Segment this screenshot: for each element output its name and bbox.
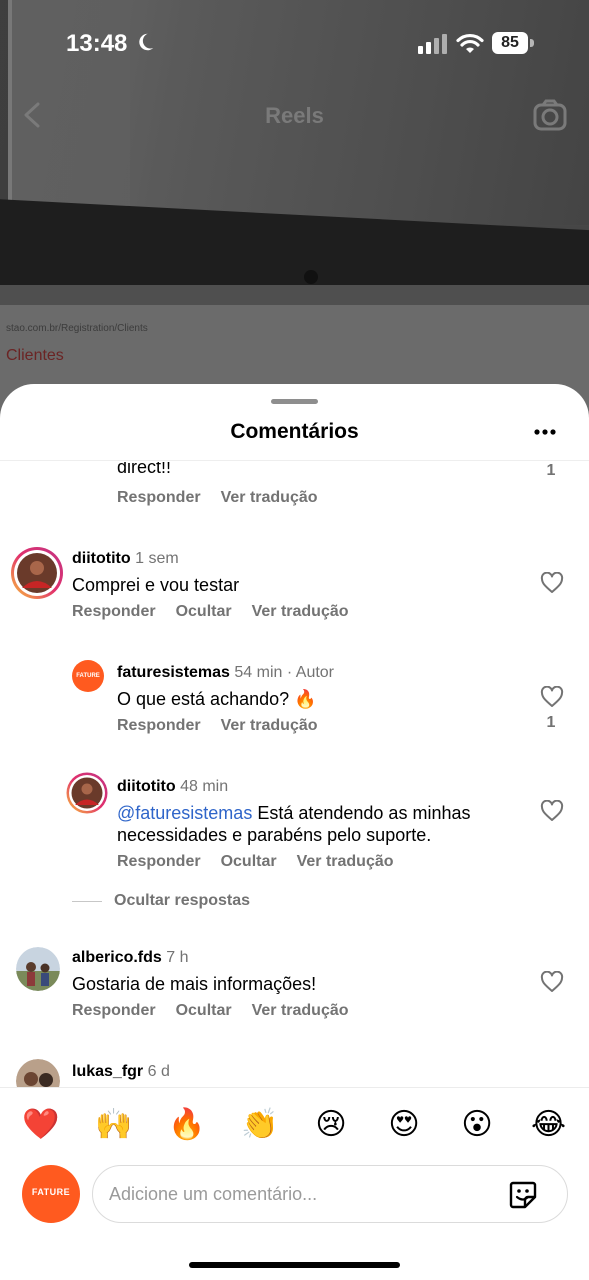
reply-button[interactable]: Responder <box>72 1002 156 1019</box>
divider <box>0 460 589 461</box>
hide-button[interactable]: Ocultar <box>176 1002 232 1019</box>
reply-button[interactable]: Responder <box>117 717 201 734</box>
reaction-raising-hands[interactable]: 🙌 <box>95 1108 132 1142</box>
comment-text: direct!! <box>117 462 172 477</box>
reply-button[interactable]: Responder <box>117 853 201 870</box>
like-count: 1 <box>546 714 556 731</box>
camera-icon[interactable] <box>532 98 568 132</box>
comment-text: O que está achando? 🔥 <box>117 689 317 709</box>
see-translation-button[interactable]: Ver tradução <box>252 603 349 620</box>
comment-list[interactable]: direct!! 1 Responder Ver tradução diitoti… <box>0 462 589 1087</box>
battery-level: 85 <box>492 32 528 54</box>
more-options-icon[interactable] <box>530 422 560 442</box>
replies-divider-line <box>72 901 102 902</box>
see-translation-button[interactable]: Ver tradução <box>297 853 394 870</box>
timestamp: 6 d <box>147 1063 170 1080</box>
reaction-crying-face[interactable]: 😢 <box>314 1108 348 1142</box>
comment-header: diitotito 48 min <box>117 778 228 796</box>
timestamp: 48 min <box>180 778 229 795</box>
sheet-title: Comentários <box>230 420 359 443</box>
avatar-logo-text: FATURE <box>76 673 100 679</box>
heart-icon[interactable] <box>540 572 564 594</box>
avatar[interactable]: FATURE <box>72 660 104 692</box>
reply-button[interactable]: Responder <box>72 603 156 620</box>
see-translation-button[interactable]: Ver tradução <box>252 1002 349 1019</box>
avatar[interactable] <box>16 1059 60 1087</box>
username[interactable]: diitotito <box>72 550 131 567</box>
username[interactable]: alberico.fds <box>72 949 162 966</box>
comment-header: faturesistemas 54 min · Autor <box>117 664 334 682</box>
username[interactable]: faturesistemas <box>117 664 230 681</box>
reaction-fire[interactable]: 🔥 <box>168 1108 205 1142</box>
see-translation-button[interactable]: Ver tradução <box>221 489 318 506</box>
username[interactable]: diitotito <box>117 778 176 795</box>
comment-actions: Responder Ver tradução <box>117 489 338 507</box>
moon-icon <box>139 33 154 51</box>
comment-input[interactable] <box>92 1165 568 1223</box>
wifi-icon <box>456 33 484 53</box>
home-indicator <box>189 1262 400 1268</box>
hide-replies-label: Ocultar respostas <box>114 892 251 909</box>
cellular-signal-icon <box>418 34 447 54</box>
timestamp: 1 sem <box>135 550 179 567</box>
comment-actions: Responder Ver tradução <box>117 717 338 735</box>
avatar[interactable] <box>10 546 64 600</box>
hide-button[interactable]: Ocultar <box>221 853 277 870</box>
comment-actions: Responder Ocultar Ver tradução <box>72 1002 369 1020</box>
avatar[interactable] <box>66 772 108 814</box>
sheet-grabber[interactable] <box>271 399 318 404</box>
reply-button[interactable]: Responder <box>117 489 201 506</box>
like-count: 1 <box>546 462 556 479</box>
comment-text: Comprei e vou testar <box>72 575 240 595</box>
reaction-clapping-hands[interactable]: 👏 <box>241 1108 278 1142</box>
hide-button[interactable]: Ocultar <box>176 603 232 620</box>
comment-text: @faturesistemas Está atendendo as minhas… <box>117 802 517 846</box>
heart-icon[interactable] <box>540 971 564 993</box>
reaction-heart-eyes[interactable]: 😍 <box>387 1108 421 1142</box>
current-user-avatar[interactable]: FATURE <box>22 1165 80 1223</box>
reaction-red-heart[interactable]: ❤️ <box>22 1108 59 1142</box>
webcam <box>304 270 318 284</box>
battery-tip <box>530 39 534 47</box>
comment-header: lukas_fgr 6 d <box>72 1063 170 1081</box>
comment-header: alberico.fds 7 h <box>72 949 189 967</box>
user-mention[interactable]: @faturesistemas <box>117 803 252 823</box>
reaction-laughing-tears[interactable]: 😂 <box>531 1108 566 1142</box>
clock: 13:48 <box>66 30 128 57</box>
browser-page-title: Clientes <box>6 347 64 364</box>
avatar-logo-text: FATURE <box>31 1187 71 1197</box>
page-title: Reels <box>265 103 324 128</box>
timestamp: 7 h <box>166 949 189 966</box>
heart-icon[interactable] <box>540 800 564 822</box>
reaction-surprised-face[interactable]: 😮 <box>460 1108 494 1142</box>
username[interactable]: lukas_fgr <box>72 1063 143 1080</box>
comment-header: diitotito 1 sem <box>72 550 179 568</box>
status-bar: 13:48 85 <box>0 0 589 90</box>
heart-icon[interactable] <box>540 686 564 708</box>
quick-reactions-bar: ❤️ 🙌 🔥 👏 😢 😍 😮 😂 <box>0 1087 589 1159</box>
timestamp: 54 min · Autor <box>234 664 335 681</box>
comment-text: Gostaria de mais informações! <box>72 974 317 994</box>
browser-tabbar <box>0 285 589 305</box>
comment-actions: Responder Ocultar Ver tradução <box>72 603 369 621</box>
sticker-icon[interactable] <box>507 1179 539 1211</box>
browser-url: stao.com.br/Registration/Clients <box>6 323 148 334</box>
see-translation-button[interactable]: Ver tradução <box>221 717 318 734</box>
comment-actions: Responder Ocultar Ver tradução <box>117 853 414 871</box>
avatar[interactable] <box>16 947 60 991</box>
